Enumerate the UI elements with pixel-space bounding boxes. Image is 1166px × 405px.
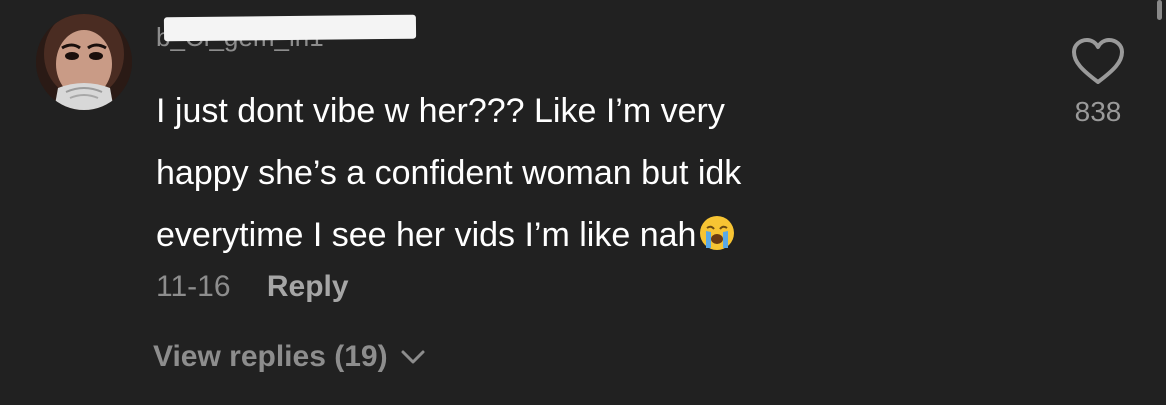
like-count: 838: [1074, 96, 1122, 127]
comment-line-3-wrap: everytime I see her vids I’m like nah: [156, 204, 956, 266]
like-control[interactable]: 838: [1060, 36, 1136, 128]
view-replies-label: View replies (19): [153, 340, 388, 373]
comment-line-3: everytime I see her vids I’m like nah: [156, 216, 697, 254]
comment-line-2: happy she’s a confident woman but idk: [156, 154, 742, 192]
scrollbar[interactable]: [1157, 0, 1162, 20]
view-replies-button[interactable]: View replies (19): [153, 340, 426, 374]
heart-outline-icon[interactable]: [1070, 36, 1126, 86]
comment-date: 11-16: [156, 270, 231, 303]
chevron-down-icon: [401, 350, 425, 364]
comment-meta: 11-16 Reply: [156, 270, 349, 304]
comment-line-1: I just dont vibe w her??? Like I’m very: [156, 92, 725, 130]
username[interactable]: b_Cl_gem_in1: [156, 14, 417, 52]
reply-button[interactable]: Reply: [267, 270, 349, 303]
username-redaction: [163, 14, 417, 42]
comment-text: I just dont vibe w her??? Like I’m very …: [156, 80, 956, 266]
loudly-crying-face-emoji-icon: [700, 216, 735, 250]
avatar[interactable]: [36, 14, 132, 110]
